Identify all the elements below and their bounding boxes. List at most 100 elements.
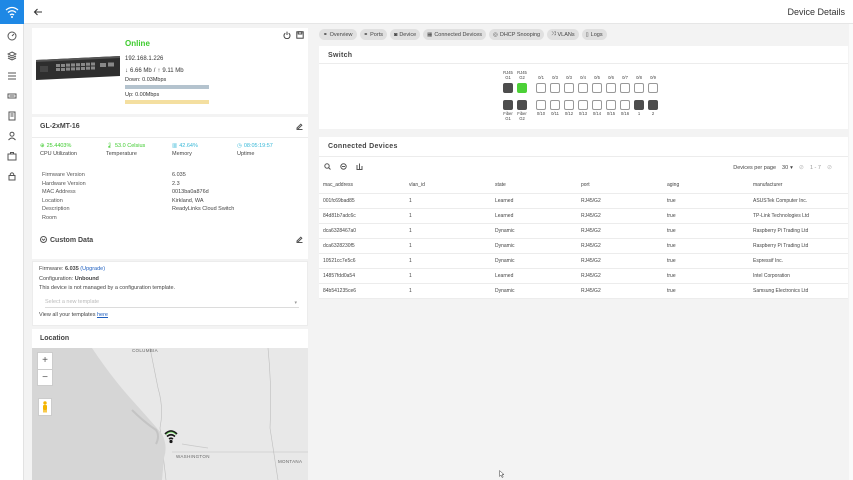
port-bottom[interactable] [648, 100, 658, 110]
column-header[interactable]: mac_address [319, 178, 405, 194]
port-label: RJ45 G1 [503, 70, 513, 80]
port-top[interactable] [620, 83, 630, 93]
port-bottom[interactable] [592, 100, 602, 110]
column-header[interactable]: manufacturer [749, 178, 848, 194]
custom-data-edit-icon[interactable] [296, 236, 303, 245]
save-icon[interactable] [296, 31, 304, 41]
list-icon[interactable] [6, 70, 18, 81]
zoom-out-button[interactable]: − [38, 370, 52, 386]
table-row[interactable]: dca6328230f5 1 Dynamic RJ45/G2 true Raspberry… [319, 238, 848, 254]
port-bottom[interactable] [578, 100, 588, 110]
tab-connected-devices[interactable]: ▦ Connected Devices [423, 29, 487, 40]
template-select[interactable]: Select a new template ▾ [45, 299, 299, 308]
columns-icon[interactable] [356, 163, 363, 172]
port-label: 0/1 [538, 75, 544, 80]
switch-title: Switch [328, 52, 353, 59]
tab-device[interactable]: ◙ Device [389, 29, 421, 40]
port-label: 1 [637, 111, 641, 116]
filter-icon[interactable] [340, 163, 347, 172]
page-range: 1 - 7 [809, 164, 821, 171]
port-top[interactable] [550, 83, 560, 93]
down-arrow-icon: ↓ [125, 68, 128, 74]
table-row[interactable]: 84d81b7adc6c 1 Learned RJ45/G2 true TP-Link T… [319, 208, 848, 224]
table-row[interactable]: 001fc69bad85 1 Learned RJ45/G2 true ASUSTek C… [319, 193, 848, 209]
power-icon[interactable] [283, 31, 291, 41]
custom-data-toggle[interactable]: Custom Data [40, 236, 93, 245]
firmware-line: Firmware: 6.035 (Upgrade) [39, 266, 106, 272]
port-top[interactable] [648, 83, 658, 93]
port-label: 0/7 [622, 75, 628, 80]
edit-icon[interactable] [296, 123, 303, 132]
dashboard-icon[interactable] [6, 30, 18, 41]
pagination: Devices per page 30 ▾ ⊘ 1 - 7 ⊘ [733, 164, 832, 172]
device-location-marker-icon[interactable] [162, 428, 180, 446]
table-row[interactable]: 14857fdd0a54 1 Learned RJ45/G2 true Intel Cor… [319, 268, 848, 284]
port-top[interactable] [564, 83, 574, 93]
port-label: 0/14 [592, 111, 602, 116]
port-top[interactable] [536, 83, 546, 93]
next-page-icon[interactable]: ⊘ [827, 164, 832, 171]
up-rate: Up: 0.00Mbps [125, 92, 160, 98]
table-row[interactable]: 84b541235ce6 1 Dynamic RJ45/G2 true Samsung E… [319, 283, 848, 299]
layers-icon[interactable] [6, 50, 18, 61]
column-header[interactable]: aging [663, 178, 749, 194]
back-arrow-icon[interactable] [32, 6, 44, 18]
port-fiber-g1[interactable] [503, 100, 513, 110]
port-bottom[interactable] [564, 100, 574, 110]
port-label: Fiber G1 [503, 111, 513, 121]
tab-logs[interactable]: ▯ Logs [581, 29, 607, 40]
user-icon[interactable] [6, 130, 18, 141]
tab-dhcp-snooping[interactable]: ◎ DHCP Snooping [489, 29, 545, 40]
tab-overview[interactable]: ⚭ Overview [319, 29, 357, 40]
column-header[interactable]: port [577, 178, 663, 194]
lock-icon[interactable] [6, 170, 18, 181]
port-fiber-g2[interactable] [517, 100, 527, 110]
memory-icon: ▥ [172, 143, 178, 149]
port-label: 0/8 [636, 75, 642, 80]
port-bottom[interactable] [550, 100, 560, 110]
column-header[interactable]: vlan_id [405, 178, 491, 194]
table-row[interactable]: 10521cc7e5c6 1 Dynamic RJ45/G2 true Espressif… [319, 253, 848, 269]
port-bottom[interactable] [634, 100, 644, 110]
port-rj45-g2[interactable] [517, 83, 527, 93]
metric-memory: ▥ 42.64% Memory [172, 143, 198, 157]
search-icon[interactable] [324, 163, 331, 172]
port-rj45-g1[interactable] [503, 83, 513, 93]
street-view-pegman-icon[interactable] [38, 398, 52, 416]
port-top[interactable] [578, 83, 588, 93]
map-zoom-control: + − [37, 352, 53, 386]
wifi-logo-icon[interactable] [0, 0, 24, 24]
briefcase-icon[interactable] [6, 150, 18, 161]
page-scrollbar[interactable] [849, 24, 853, 480]
location-title: Location [40, 335, 70, 342]
upgrade-link[interactable]: (Upgrade) [80, 266, 105, 272]
location-map[interactable]: + − COLUMBIA WASHINGTON MONTANA [32, 348, 308, 480]
table-row[interactable]: dca6328467a0 1 Dynamic RJ45/G2 true Raspberry… [319, 223, 848, 239]
map-label: COLUMBIA [132, 348, 158, 353]
port-top[interactable] [634, 83, 644, 93]
tab-vlans[interactable]: ⤨ VLANs [547, 29, 579, 40]
zoom-in-button[interactable]: + [38, 353, 52, 370]
port-bottom[interactable] [536, 100, 546, 110]
device-tabs: ⚭ Overview ⚭ Ports ◙ Device ▦ Connected Devi… [319, 29, 607, 40]
switch-device-icon[interactable] [6, 90, 18, 101]
port-top[interactable] [592, 83, 602, 93]
port-bottom[interactable] [620, 100, 630, 110]
up-arrow-icon: ↑ [157, 68, 161, 74]
per-page-select[interactable]: 30 ▾ [782, 165, 793, 171]
property-row: Room [42, 214, 57, 221]
column-header[interactable]: state [491, 178, 577, 194]
port-top[interactable] [606, 83, 616, 93]
building-icon[interactable] [6, 110, 18, 121]
tab-ports[interactable]: ⚭ Ports [359, 29, 387, 40]
traffic-totals: ↓ 6.66 Mb / ↑ 9.11 Mb [125, 68, 184, 74]
port-label: 0/3 [566, 75, 572, 80]
port-bottom[interactable] [606, 100, 616, 110]
port-label: 0/3 [552, 75, 558, 80]
templates-here-link[interactable]: here [97, 312, 108, 318]
shuffle-icon: ⤨ [551, 31, 556, 37]
property-row: Firmware Version 6.035 [42, 172, 186, 178]
prev-page-icon[interactable]: ⊘ [799, 164, 804, 171]
port-label: 0/16 [620, 111, 630, 116]
traffic-separator: / [153, 68, 156, 74]
